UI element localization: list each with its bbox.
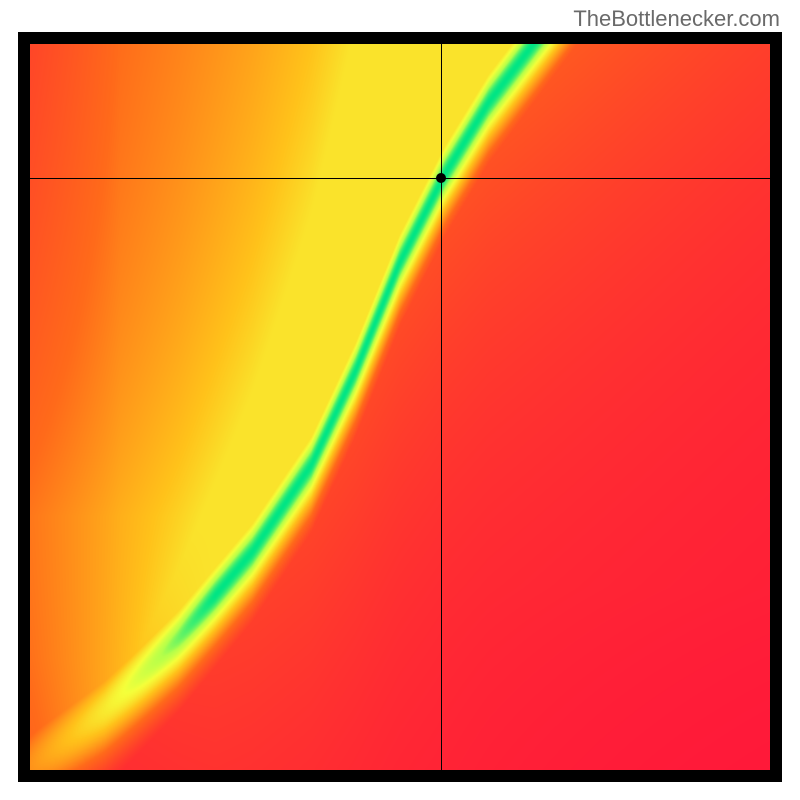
- chart-frame: [18, 32, 782, 782]
- crosshair-horizontal: [30, 178, 770, 179]
- crosshair-vertical: [441, 44, 442, 770]
- intersection-marker: [436, 173, 446, 183]
- plot-area: [30, 44, 770, 770]
- watermark-text: TheBottlenecker.com: [573, 6, 780, 32]
- heatmap-canvas: [30, 44, 770, 770]
- chart-container: TheBottlenecker.com: [0, 0, 800, 800]
